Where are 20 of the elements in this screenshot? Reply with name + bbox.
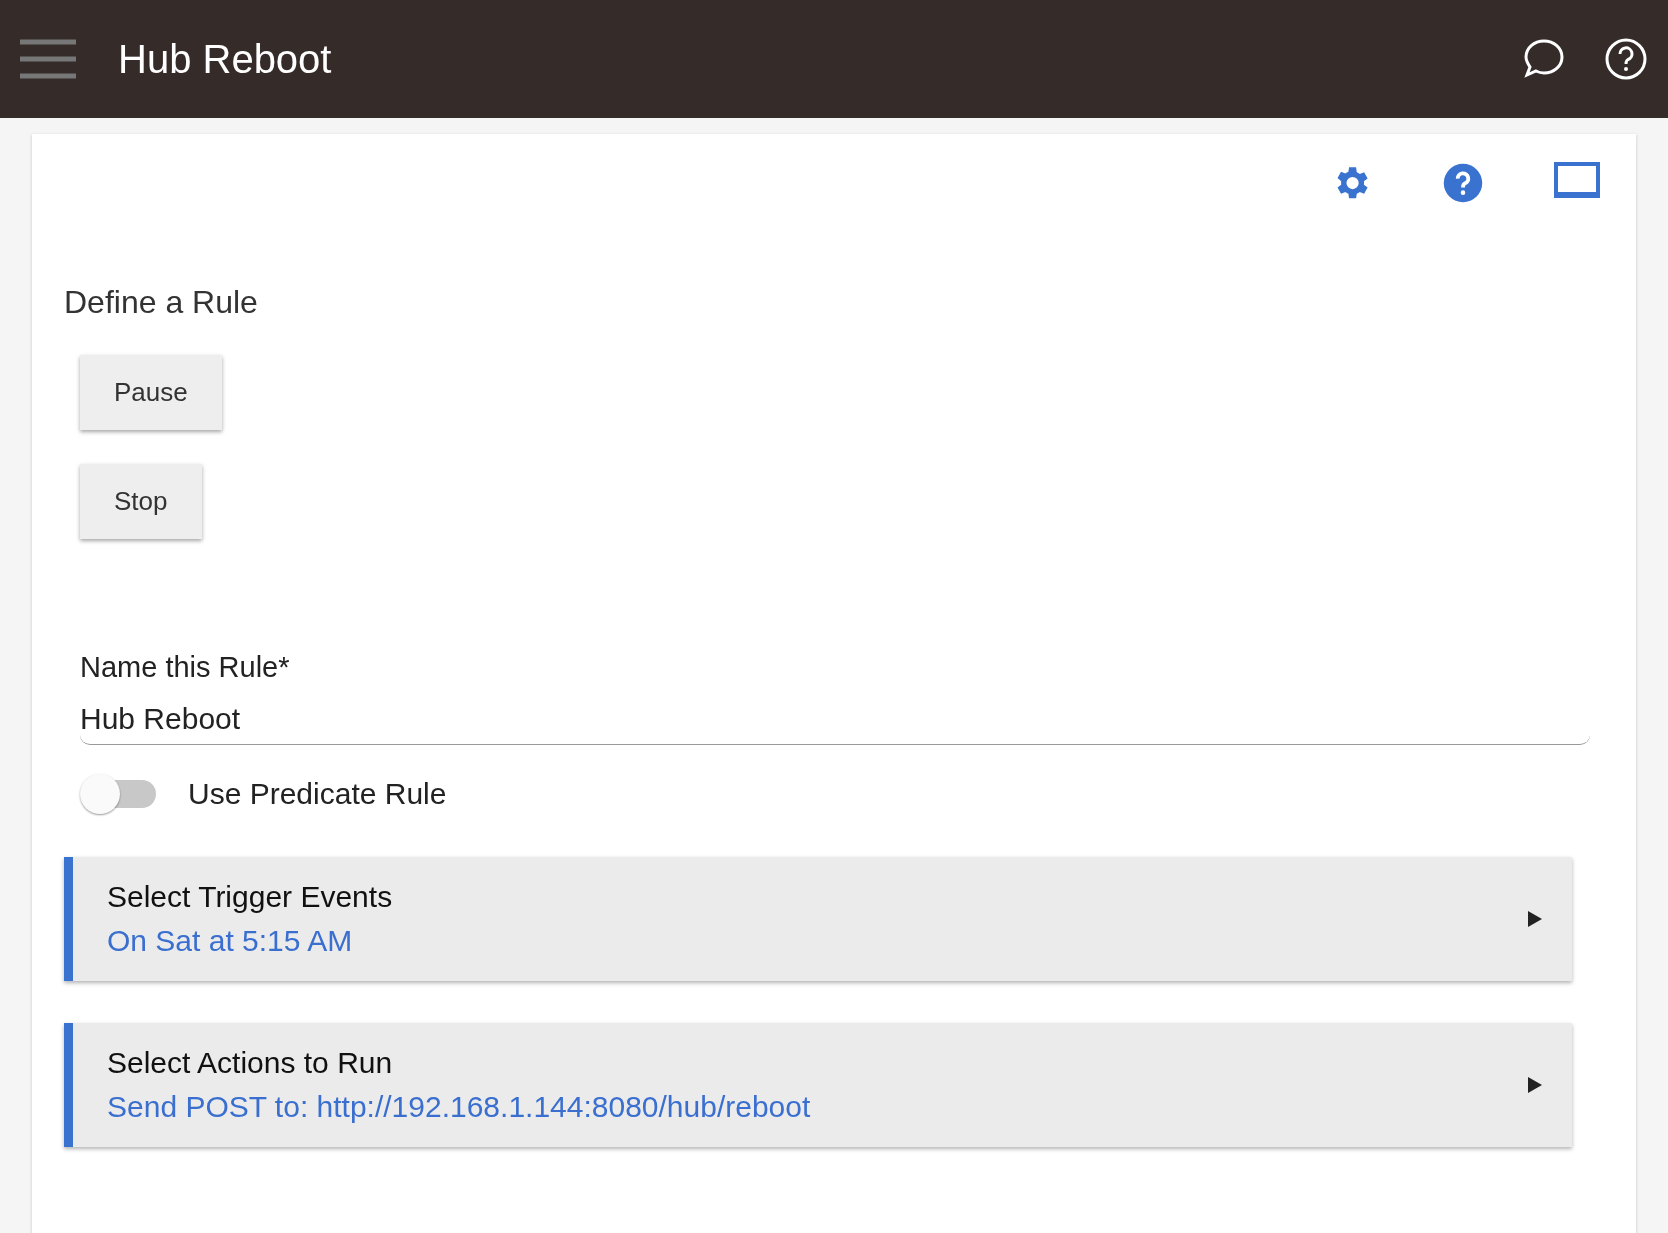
section-summary: Send POST to: http://192.168.1.144:8080/hub/reboot: [107, 1090, 812, 1124]
section-summary: On Sat at 5:15 AM: [107, 924, 354, 958]
page-heading: Define a Rule: [64, 284, 259, 321]
toggle-switch[interactable]: [80, 773, 156, 815]
page-title: Hub Reboot: [118, 36, 333, 82]
section-panel[interactable]: Select Actions to Run Send POST to: http://192.168.1.144:8080/hub/reboot: [64, 1023, 1572, 1147]
section-title: Select Actions to Run: [107, 1046, 394, 1080]
name-input[interactable]: Hub Reboot: [80, 694, 1590, 745]
section-title: Select Trigger Events: [107, 880, 394, 914]
action-button[interactable]: Stop: [80, 464, 202, 539]
toggle-label: Use Predicate Rule: [188, 777, 447, 811]
action-button[interactable]: Pause: [80, 355, 222, 430]
expand-triangle-icon: [1528, 911, 1542, 927]
expand-triangle-icon: [1528, 1077, 1542, 1093]
section-panel[interactable]: Select Trigger Events On Sat at 5:15 AM: [64, 857, 1572, 981]
menu-icon[interactable]: [20, 39, 76, 79]
chat-icon[interactable]: [1522, 37, 1566, 81]
help-icon[interactable]: [1604, 37, 1648, 81]
field-label: Name this Rule*: [80, 651, 291, 684]
display-icon[interactable]: [1554, 162, 1600, 200]
